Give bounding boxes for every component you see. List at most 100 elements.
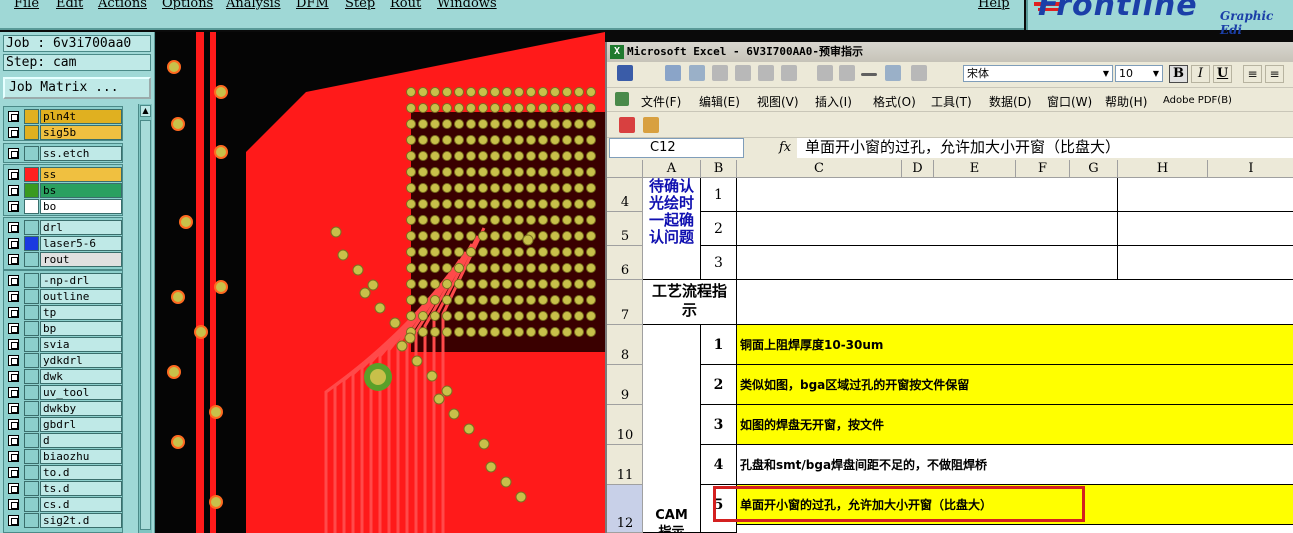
layer-color-swatch[interactable] [24,109,39,124]
layer-name[interactable]: biaozhu [40,449,122,464]
layer-name[interactable]: outline [40,289,122,304]
cell-b11[interactable]: 4 [701,445,737,485]
layer-name[interactable]: uv_tool [40,385,122,400]
excel-menu-edit[interactable]: 编辑(E) [699,93,740,110]
toolbar-icon[interactable] [839,65,855,81]
layer-row-ydkdrl[interactable]: ydkdrl [4,353,122,368]
layer-row-rout[interactable]: rout [4,252,122,267]
row-header-8[interactable]: 8 [607,325,643,365]
pcb-drawing[interactable] [156,32,605,533]
cell-c4[interactable] [737,178,1118,212]
cell-b8[interactable]: 1 [701,325,737,365]
layer-color-swatch[interactable] [24,305,39,320]
layer-checkbox[interactable] [8,451,19,462]
cell-b4[interactable]: 1 [701,178,737,212]
cell-b9[interactable]: 2 [701,365,737,405]
layer-row-outline[interactable]: outline [4,289,122,304]
menu-step[interactable]: Step [345,0,375,11]
layer-name[interactable]: gbdrl [40,417,122,432]
menu-edit[interactable]: Edit [56,0,83,11]
pcb-graphic-canvas[interactable] [156,32,605,533]
layer-row-ts-d[interactable]: ts.d [4,481,122,496]
layer-color-swatch[interactable] [24,465,39,480]
column-header-a[interactable]: A [643,160,701,178]
layer-checkbox[interactable] [8,275,19,286]
layer-name[interactable]: -np-drl [40,273,122,288]
toolbar-icon[interactable] [781,65,797,81]
layer-color-swatch[interactable] [24,497,39,512]
layer-name[interactable]: to.d [40,465,122,480]
excel-menu-view[interactable]: 视图(V) [757,93,799,110]
chevron-down-icon[interactable]: ▼ [1153,66,1159,81]
layer-name[interactable]: ss.etch [40,146,122,161]
column-header-i[interactable]: I [1208,160,1293,178]
menu-file[interactable]: File [14,0,39,11]
cell-c8[interactable]: 铜面上阻焊厚度10-30um [737,325,1293,365]
layer-checkbox[interactable] [8,291,19,302]
layer-checkbox[interactable] [8,307,19,318]
chevron-down-icon[interactable]: ▼ [1103,66,1109,81]
excel-menu-help[interactable]: 帮助(H) [1105,93,1147,110]
layer-color-swatch[interactable] [24,353,39,368]
layer-color-swatch[interactable] [24,513,39,528]
layer-name[interactable]: svia [40,337,122,352]
line-icon[interactable] [861,73,877,76]
layer-color-swatch[interactable] [24,289,39,304]
column-header-h[interactable]: H [1118,160,1208,178]
row-header-11[interactable]: 11 [607,445,643,485]
cell-c7[interactable] [737,280,1293,325]
menu-analysis[interactable]: Analysis [226,0,281,11]
toolbar-icon[interactable] [885,65,901,81]
layer-row-svia[interactable]: svia [4,337,122,352]
layer-checkbox[interactable] [8,467,19,478]
layer-name[interactable]: ss [40,167,122,182]
spreadsheet-grid[interactable]: A B C D E F G H I 4 5 6 7 8 9 10 11 12 待… [607,160,1293,533]
layer-color-swatch[interactable] [24,273,39,288]
row-header-9[interactable]: 9 [607,365,643,405]
bold-button[interactable]: B [1169,65,1188,83]
pdf-mail-icon[interactable] [643,117,659,133]
layer-color-swatch[interactable] [24,183,39,198]
font-size-select[interactable]: 10 ▼ [1115,65,1163,82]
menu-windows[interactable]: Windows [437,0,497,11]
layer-row-dwkby[interactable]: dwkby [4,401,122,416]
column-header-e[interactable]: E [934,160,1016,178]
align-center-button[interactable]: ≡ [1265,65,1284,83]
layer-checkbox[interactable] [8,483,19,494]
layer-color-swatch[interactable] [24,125,39,140]
cell-c11[interactable]: 孔盘和smt/bga焊盘间距不足的，不做阻焊桥 [737,445,1293,485]
layer-row-bs[interactable]: bs [4,183,122,198]
layer-color-swatch[interactable] [24,449,39,464]
excel-menu-format[interactable]: 格式(O) [873,93,916,110]
job-matrix-button[interactable]: Job Matrix ... [3,77,151,99]
toolbar-icon[interactable] [758,65,774,81]
cell-a-cam[interactable]: CAM指示 [643,325,701,533]
row-header-7[interactable]: 7 [607,280,643,325]
cell-c6[interactable] [737,246,1118,280]
layer-color-swatch[interactable] [24,433,39,448]
layer-row-pln4t[interactable]: pln4t [4,109,122,124]
font-name-select[interactable]: 宋体 ▼ [963,65,1113,82]
row-header-4[interactable]: 4 [607,178,643,212]
layer-name[interactable]: sig5b [40,125,122,140]
layer-name[interactable]: bo [40,199,122,214]
cell-h5[interactable] [1118,212,1293,246]
layer-name[interactable]: pln4t [40,109,122,124]
toolbar-icon[interactable] [911,65,927,81]
underline-button[interactable]: U [1213,65,1232,83]
scroll-thumb[interactable] [140,120,151,530]
layer-name[interactable]: laser5-6 [40,236,122,251]
cell-b5[interactable]: 2 [701,212,737,246]
layer-row-to-d[interactable]: to.d [4,465,122,480]
align-left-button[interactable]: ≡ [1243,65,1262,83]
layer-checkbox[interactable] [8,222,19,233]
layer-row-biaozhu[interactable]: biaozhu [4,449,122,464]
layer-checkbox[interactable] [8,111,19,122]
layer-color-swatch[interactable] [24,146,39,161]
layer-checkbox[interactable] [8,339,19,350]
layer-row-gbdrl[interactable]: gbdrl [4,417,122,432]
cell-h6[interactable] [1118,246,1293,280]
select-all-corner[interactable] [607,160,643,178]
row-header-5[interactable]: 5 [607,212,643,246]
row-header-12[interactable]: 12 [607,485,643,533]
